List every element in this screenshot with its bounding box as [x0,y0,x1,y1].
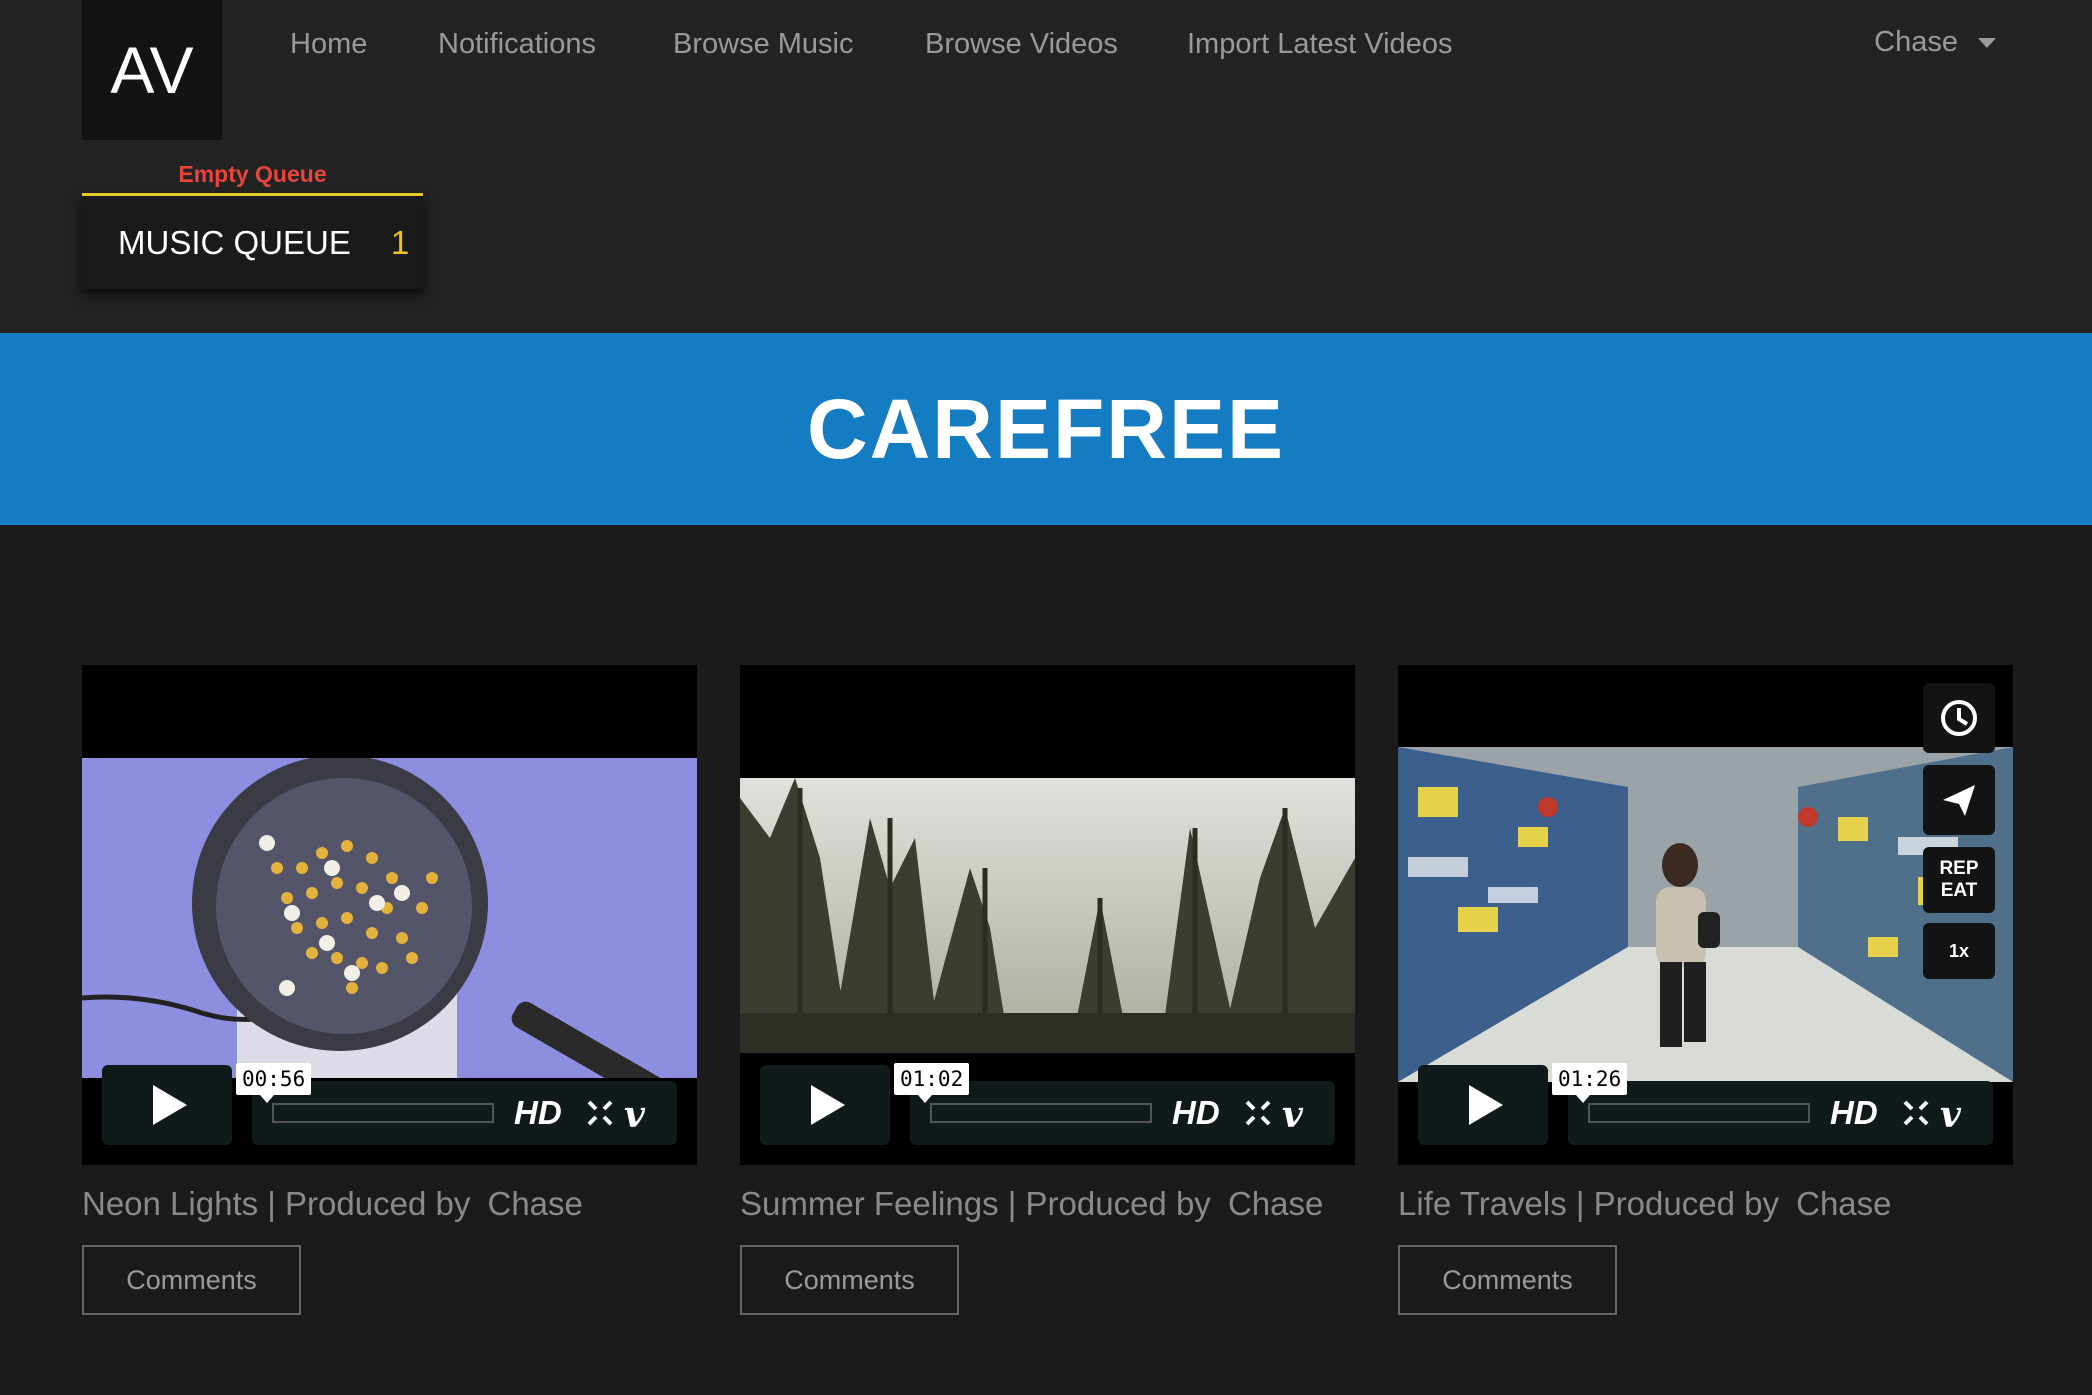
timecode: 01:26 [1552,1063,1628,1103]
vimeo-icon[interactable]: v [1940,1094,1961,1136]
timecode: 00:56 [236,1063,312,1103]
video-title: Life Travels [1398,1185,1567,1222]
produced-by-label: | Produced by [267,1185,471,1222]
comments-button[interactable]: Comments [82,1245,301,1315]
fullscreen-icon[interactable] [586,1099,614,1127]
user-name: Chase [1874,26,1958,58]
nav-notifications[interactable]: Notifications [438,28,596,61]
progress-bar[interactable] [930,1103,1152,1123]
video-card: REP EAT 1x HD v 01:26 Life Travels | Pro… [1398,665,2013,1315]
hd-toggle[interactable]: HD [1172,1094,1220,1132]
comments-button[interactable]: Comments [740,1245,959,1315]
nav-home[interactable]: Home [290,28,367,61]
watch-later-button[interactable] [1923,683,1995,753]
logo[interactable]: AV [82,0,222,140]
producer-link[interactable]: Chase [488,1185,583,1222]
progress-bar[interactable] [272,1103,494,1123]
fullscreen-icon[interactable] [1902,1099,1930,1127]
play-button[interactable] [102,1065,232,1145]
play-icon [153,1085,187,1125]
producer-link[interactable]: Chase [1228,1185,1323,1222]
nav-browse-music[interactable]: Browse Music [673,28,854,61]
progress-bar[interactable] [1588,1103,1810,1123]
video-title: Summer Feelings [740,1185,999,1222]
empty-queue-button[interactable]: Empty Queue [82,155,423,193]
nav-browse-videos[interactable]: Browse Videos [925,28,1118,61]
comments-button[interactable]: Comments [1398,1245,1617,1315]
player-controls: HD v [102,1065,677,1145]
paper-plane-icon [1943,785,1975,816]
video-thumbnail [1398,747,2013,1082]
video-player[interactable]: REP EAT 1x HD v 01:26 [1398,665,2013,1165]
hd-toggle[interactable]: HD [1830,1094,1878,1132]
repeat-button[interactable]: REP EAT [1923,847,1995,913]
playlist-title: CAREFREE [806,381,1286,476]
video-player[interactable]: HD v 00:56 [82,665,697,1165]
video-card: HD v 00:56 Neon Lights | Produced by Cha… [82,665,697,1315]
share-button[interactable] [1923,765,1995,835]
video-thumbnail [740,778,1355,1053]
control-bar: HD v [252,1081,677,1145]
video-caption: Life Travels | Produced by Chase [1398,1185,2013,1223]
vimeo-icon[interactable]: v [1282,1094,1303,1136]
play-icon [811,1085,845,1125]
play-button[interactable] [1418,1065,1548,1145]
control-bar: HD v [910,1081,1335,1145]
user-menu[interactable]: Chase [1874,26,1996,59]
video-title: Neon Lights [82,1185,259,1222]
header: AV Home Notifications Browse Music Brows… [0,0,2092,333]
hd-toggle[interactable]: HD [514,1094,562,1132]
speed-button[interactable]: 1x [1923,923,1995,979]
player-controls: HD v [1418,1065,1993,1145]
produced-by-label: | Produced by [1007,1185,1211,1222]
produced-by-label: | Produced by [1575,1185,1779,1222]
play-button[interactable] [760,1065,890,1145]
queue-count-badge: 1 [390,223,410,261]
play-icon [1469,1085,1503,1125]
control-bar: HD v [1568,1081,1993,1145]
clock-icon [1941,700,1977,736]
music-queue-widget: Empty Queue MUSIC QUEUE 1 [82,155,423,289]
video-caption: Summer Feelings | Produced by Chase [740,1185,1355,1223]
timecode: 01:02 [894,1063,970,1103]
chevron-down-icon [1978,37,1996,48]
playlist-banner: CAREFREE [0,333,2092,525]
producer-link[interactable]: Chase [1796,1185,1891,1222]
music-queue-label: MUSIC QUEUE [118,223,351,261]
player-controls: HD v [760,1065,1335,1145]
music-queue-button[interactable]: MUSIC QUEUE 1 [82,193,423,289]
vimeo-icon[interactable]: v [624,1094,645,1136]
video-caption: Neon Lights | Produced by Chase [82,1185,697,1223]
video-card: HD v 01:02 Summer Feelings | Produced by… [740,665,1355,1315]
video-thumbnail [82,758,697,1078]
video-player[interactable]: HD v 01:02 [740,665,1355,1165]
fullscreen-icon[interactable] [1244,1099,1272,1127]
nav-import-latest-videos[interactable]: Import Latest Videos [1187,28,1452,61]
